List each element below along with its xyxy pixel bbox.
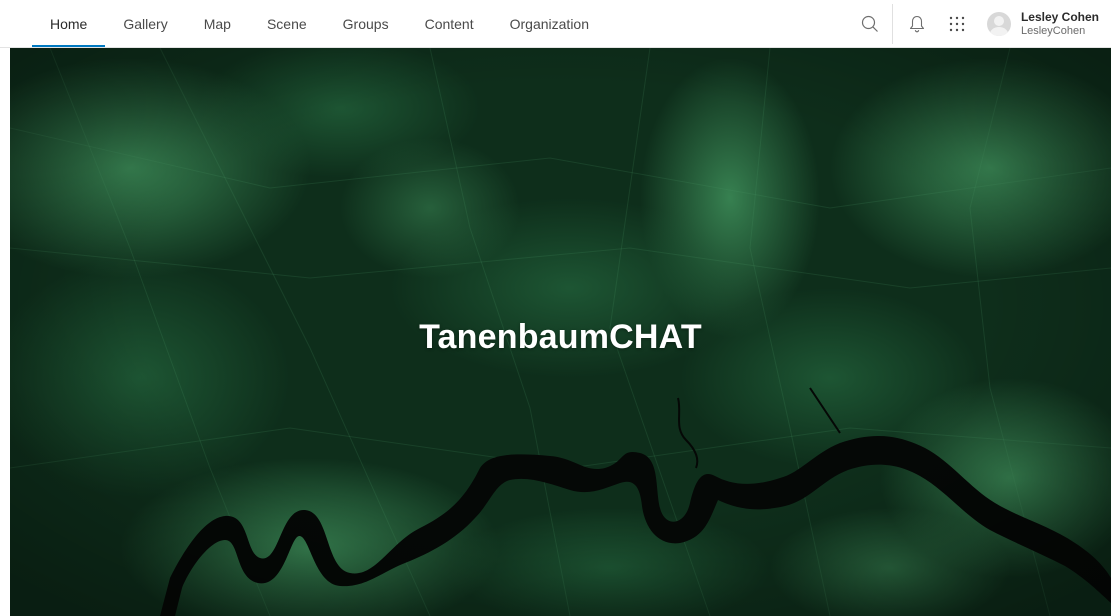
nav-item-label: Content	[424, 16, 474, 32]
nav-item-label: Gallery	[123, 16, 168, 32]
nav-item-label: Scene	[266, 16, 307, 32]
nav-item-label: Home	[50, 16, 88, 32]
nav-item-map[interactable]: Map	[186, 0, 249, 48]
nav-item-groups[interactable]: Groups	[325, 0, 407, 48]
app-launcher-button[interactable]	[937, 0, 977, 48]
user-username: LesleyCohen	[1020, 25, 1086, 37]
nav-item-gallery[interactable]: Gallery	[105, 0, 185, 48]
user-info: Lesley Cohen LesleyCohen	[1021, 10, 1099, 38]
hero-banner: TanenbaumCHAT	[10, 48, 1111, 616]
nav-item-content[interactable]: Content	[407, 0, 492, 48]
header-divider	[891, 4, 893, 44]
nav-item-label: Organization	[509, 16, 590, 32]
notifications-button[interactable]	[897, 0, 937, 48]
bell-icon	[909, 15, 925, 33]
search-button[interactable]	[850, 0, 890, 48]
nav-item-label: Groups	[342, 16, 389, 32]
main-nav: Home Gallery Map Scene Groups Content Or…	[32, 0, 607, 48]
app-launcher-icon	[949, 16, 965, 32]
hero-title: TanenbaumCHAT	[419, 318, 702, 356]
nav-item-scene[interactable]: Scene	[249, 0, 325, 48]
top-navigation-bar: Home Gallery Map Scene Groups Content Or…	[0, 0, 1111, 48]
header-tools: Lesley Cohen LesleyCohen	[850, 0, 1111, 48]
nav-item-organization[interactable]: Organization	[492, 0, 607, 48]
nav-item-label: Map	[203, 16, 231, 32]
user-menu-button[interactable]: Lesley Cohen LesleyCohen	[977, 0, 1111, 48]
user-full-name: Lesley Cohen	[1020, 10, 1099, 24]
nav-item-home[interactable]: Home	[32, 0, 106, 48]
avatar	[986, 12, 1011, 36]
search-icon	[861, 15, 878, 32]
